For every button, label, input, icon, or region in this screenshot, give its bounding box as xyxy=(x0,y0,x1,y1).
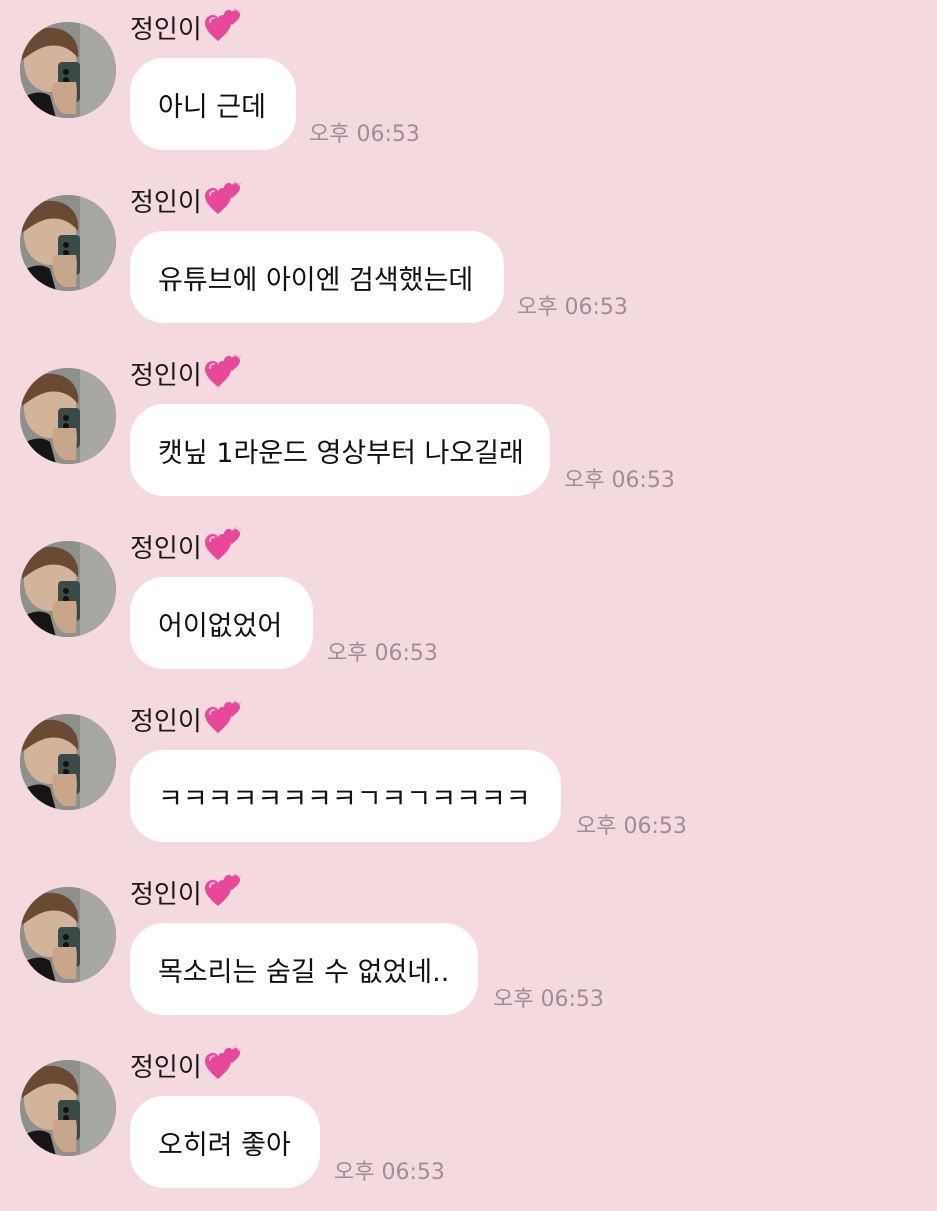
message-group: 정인이 어이없었어 오후 06:53 xyxy=(0,519,937,692)
message-text: 목소리는 숨길 수 없었네.. xyxy=(158,956,450,988)
avatar[interactable] xyxy=(20,195,116,291)
two-hearts-icon xyxy=(204,180,242,217)
sender-name-label: 정인이 xyxy=(130,880,202,910)
sender-name: 정인이 xyxy=(130,353,242,394)
message-text: 어이없었어 xyxy=(158,610,283,642)
avatar[interactable] xyxy=(20,887,116,983)
message-bubble[interactable]: 어이없었어 xyxy=(130,577,313,669)
two-hearts-icon xyxy=(204,872,242,909)
two-hearts-icon xyxy=(204,699,242,736)
message-bubble[interactable]: 캣닢 1라운드 영상부터 나오길래 xyxy=(130,404,550,496)
message-group: 정인이 오히려 좋아 오후 06:53 xyxy=(0,1038,937,1211)
two-hearts-icon xyxy=(204,7,242,44)
message-text: 아니 근데 xyxy=(158,91,266,123)
sender-name: 정인이 xyxy=(130,872,242,913)
message-text: ㅋㅋㅋㅋㅋㅋㅋㅋㄱㅋㄱㅋㅋㅋㅋ xyxy=(158,783,531,815)
sender-name: 정인이 xyxy=(130,180,242,221)
sender-name-label: 정인이 xyxy=(130,361,202,391)
message-timestamp: 오후 06:53 xyxy=(517,295,628,320)
avatar[interactable] xyxy=(20,22,116,118)
message-timestamp: 오후 06:53 xyxy=(327,641,438,666)
message-timestamp: 오후 06:53 xyxy=(493,987,604,1012)
message-group: 정인이 ㅋㅋㅋㅋㅋㅋㅋㅋㄱㅋㄱㅋㅋㅋㅋ 오후 06:53 xyxy=(0,692,937,865)
message-timestamp: 오후 06:53 xyxy=(564,468,675,493)
sender-name: 정인이 xyxy=(130,7,242,48)
sender-name: 정인이 xyxy=(130,699,242,740)
sender-name-label: 정인이 xyxy=(130,188,202,218)
avatar[interactable] xyxy=(20,541,116,637)
message-group: 정인이 유튜브에 아이엔 검색했는데 오후 06:53 xyxy=(0,173,937,346)
avatar[interactable] xyxy=(20,714,116,810)
two-hearts-icon xyxy=(204,1045,242,1082)
message-bubble[interactable]: 아니 근데 xyxy=(130,58,296,150)
chat-message-list[interactable]: 정인이 아니 근데 오후 06:53 정인이 유튜브에 아이엔 검색했는데 오후… xyxy=(0,0,937,1200)
sender-name-label: 정인이 xyxy=(130,1053,202,1083)
message-bubble[interactable]: 유튜브에 아이엔 검색했는데 xyxy=(130,231,504,323)
sender-name-label: 정인이 xyxy=(130,707,202,737)
message-group: 정인이 목소리는 숨길 수 없었네.. 오후 06:53 xyxy=(0,865,937,1038)
message-group: 정인이 아니 근데 오후 06:53 xyxy=(0,0,937,173)
avatar[interactable] xyxy=(20,368,116,464)
message-bubble[interactable]: 오히려 좋아 xyxy=(130,1096,320,1188)
message-timestamp: 오후 06:53 xyxy=(576,814,687,839)
two-hearts-icon xyxy=(204,353,242,390)
message-text: 오히려 좋아 xyxy=(158,1129,291,1161)
message-bubble[interactable]: 목소리는 숨길 수 없었네.. xyxy=(130,923,478,1015)
message-text: 유튜브에 아이엔 검색했는데 xyxy=(158,264,474,296)
sender-name-label: 정인이 xyxy=(130,534,202,564)
message-bubble[interactable]: ㅋㅋㅋㅋㅋㅋㅋㅋㄱㅋㄱㅋㅋㅋㅋ xyxy=(130,750,561,842)
two-hearts-icon xyxy=(204,526,242,563)
avatar[interactable] xyxy=(20,1060,116,1156)
message-group: 정인이 캣닢 1라운드 영상부터 나오길래 오후 06:53 xyxy=(0,346,937,519)
sender-name: 정인이 xyxy=(130,526,242,567)
message-timestamp: 오후 06:53 xyxy=(334,1160,445,1185)
sender-name-label: 정인이 xyxy=(130,15,202,45)
message-text: 캣닢 1라운드 영상부터 나오길래 xyxy=(158,437,524,469)
sender-name: 정인이 xyxy=(130,1045,242,1086)
message-timestamp: 오후 06:53 xyxy=(309,122,420,147)
